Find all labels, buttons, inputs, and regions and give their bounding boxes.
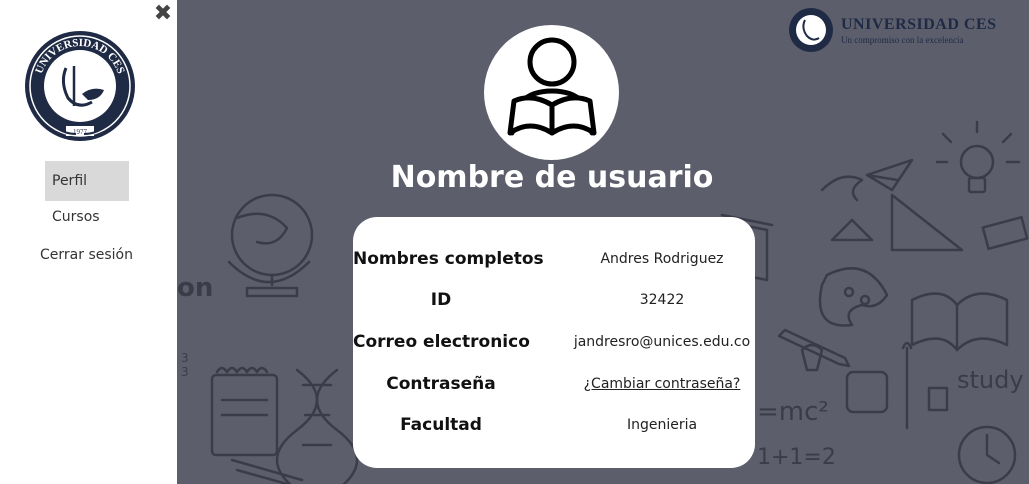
field-value: Andres Rodriguez xyxy=(600,251,724,267)
notebook-doodle xyxy=(210,366,279,457)
sidebar: ✖ UNIVERSIDAD CES 1977 Perfil Cursos Cer… xyxy=(0,0,177,484)
university-seal-logo: UNIVERSIDAD CES 1977 xyxy=(25,31,135,141)
person-reading-icon xyxy=(507,37,597,136)
lightbulb-doodle xyxy=(935,120,1021,194)
nav-item-cursos[interactable]: Cursos xyxy=(45,197,129,237)
profile-main: 3 3 on study =mc² 1+1=2 UNIVERSIDAD CES … xyxy=(177,0,1029,484)
globe-doodle xyxy=(227,193,314,298)
bg-math: 1+1=2 xyxy=(757,445,836,470)
nav-item-perfil[interactable]: Perfil xyxy=(45,161,129,201)
field-label: Contraseña xyxy=(386,374,496,394)
field-value: jandresro@unices.edu.co xyxy=(573,334,751,350)
avatar xyxy=(484,25,619,160)
field-label: Nombres completos xyxy=(353,249,544,269)
close-icon[interactable]: ✖ xyxy=(153,3,173,25)
brand-tagline: Un compromiso con la excelencia xyxy=(841,35,964,45)
brand-name: UNIVERSIDAD CES xyxy=(841,16,997,33)
profile-row-contrasena: Contraseña ¿Cambiar contraseña? xyxy=(353,369,755,399)
page-title: Nombre de usuario xyxy=(390,160,714,195)
svg-text:3: 3 xyxy=(181,365,189,379)
bg-word-study: study xyxy=(957,366,1024,394)
field-label: Facultad xyxy=(400,415,482,435)
svg-text:3: 3 xyxy=(181,351,189,365)
profile-row-id: ID 32422 xyxy=(353,285,755,315)
change-password-link[interactable]: ¿Cambiar contraseña? xyxy=(549,369,775,399)
profile-row-nombres: Nombres completos Andres Rodriguez xyxy=(353,244,755,274)
field-label: Correo electronico xyxy=(353,332,530,352)
field-label: ID xyxy=(430,290,452,310)
brand-seal-icon xyxy=(789,8,833,52)
profile-row-correo: Correo electronico jandresro@unices.edu.… xyxy=(353,327,755,357)
brand-header: UNIVERSIDAD CES Un compromiso con la exc… xyxy=(787,6,996,58)
dna-doodle xyxy=(275,368,359,484)
profile-card: Nombres completos Andres Rodriguez ID 32… xyxy=(353,217,755,468)
bg-word-on: on xyxy=(177,273,213,303)
profile-row-facultad: Facultad Ingenieria xyxy=(353,410,755,440)
field-value: 32422 xyxy=(639,292,685,308)
field-value: Ingenieria xyxy=(626,417,698,433)
nav-item-cerrar-sesion[interactable]: Cerrar sesión xyxy=(40,235,150,275)
